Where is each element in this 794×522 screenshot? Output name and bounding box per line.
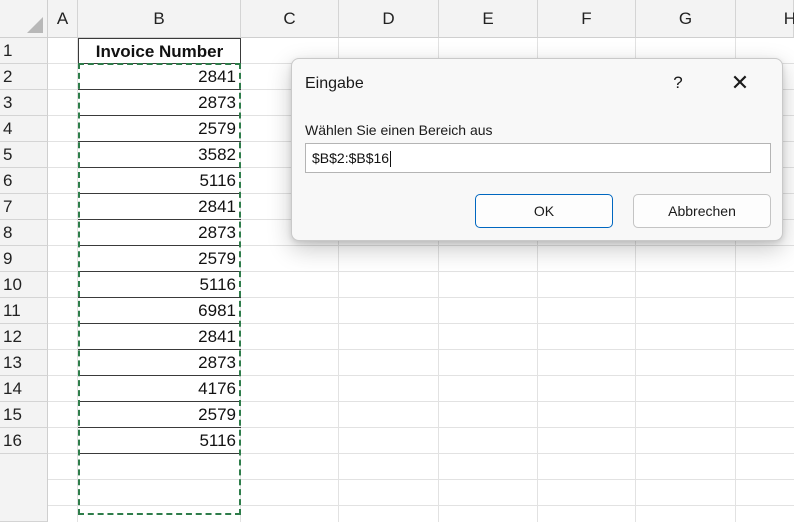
select-all-triangle-icon bbox=[27, 17, 43, 33]
column-header-f[interactable]: F bbox=[538, 0, 636, 38]
row-header-12[interactable]: 12 bbox=[0, 324, 48, 350]
cell-b14[interactable]: 4176 bbox=[78, 376, 241, 402]
spreadsheet: A B C D E F G H 1 2 3 4 5 6 7 8 9 10 11 … bbox=[0, 0, 794, 522]
row-header-14[interactable]: 14 bbox=[0, 376, 48, 402]
row-header-13[interactable]: 13 bbox=[0, 350, 48, 376]
range-input[interactable]: $B$2:$B$16 bbox=[305, 143, 771, 173]
row-header-4[interactable]: 4 bbox=[0, 116, 48, 142]
row-header-15[interactable]: 15 bbox=[0, 402, 48, 428]
close-icon[interactable]: ✕ bbox=[728, 70, 752, 96]
cell-b9[interactable]: 2579 bbox=[78, 246, 241, 272]
row-header-2[interactable]: 2 bbox=[0, 64, 48, 90]
cell-b15[interactable]: 2579 bbox=[78, 402, 241, 428]
cell-b11[interactable]: 6981 bbox=[78, 298, 241, 324]
help-icon[interactable]: ? bbox=[670, 73, 686, 93]
row-header-6[interactable]: 6 bbox=[0, 168, 48, 194]
text-caret bbox=[390, 151, 392, 168]
cell-b12[interactable]: 2841 bbox=[78, 324, 241, 350]
column-header-c[interactable]: C bbox=[241, 0, 339, 38]
row-header-16[interactable]: 16 bbox=[0, 428, 48, 454]
input-dialog: Eingabe ? ✕ Wählen Sie einen Bereich aus… bbox=[291, 58, 783, 241]
column-header-d[interactable]: D bbox=[339, 0, 439, 38]
cell-b4[interactable]: 2579 bbox=[78, 116, 241, 142]
column-header-e[interactable]: E bbox=[439, 0, 538, 38]
cancel-button[interactable]: Abbrechen bbox=[633, 194, 771, 228]
row-header-5[interactable]: 5 bbox=[0, 142, 48, 168]
select-all-corner[interactable] bbox=[0, 0, 48, 38]
range-prompt-label: Wählen Sie einen Bereich aus bbox=[305, 122, 493, 138]
column-header-a[interactable]: A bbox=[48, 0, 78, 38]
cell-b16[interactable]: 5116 bbox=[78, 428, 241, 454]
cell-b7[interactable]: 2841 bbox=[78, 194, 241, 220]
cell-b1-header[interactable]: Invoice Number bbox=[78, 38, 241, 64]
cell-b10[interactable]: 5116 bbox=[78, 272, 241, 298]
row-header-7[interactable]: 7 bbox=[0, 194, 48, 220]
row-header-empty bbox=[0, 454, 48, 522]
column-header-h[interactable]: H bbox=[736, 0, 794, 38]
cell-b3[interactable]: 2873 bbox=[78, 90, 241, 116]
dialog-title: Eingabe bbox=[305, 75, 364, 92]
ok-button[interactable]: OK bbox=[475, 194, 613, 228]
column-header-g[interactable]: G bbox=[636, 0, 736, 38]
cell-b13[interactable]: 2873 bbox=[78, 350, 241, 376]
row-header-3[interactable]: 3 bbox=[0, 90, 48, 116]
column-header-h-label: H bbox=[783, 8, 794, 28]
row-header-9[interactable]: 9 bbox=[0, 246, 48, 272]
row-header-8[interactable]: 8 bbox=[0, 220, 48, 246]
row-header-11[interactable]: 11 bbox=[0, 298, 48, 324]
column-header-b[interactable]: B bbox=[78, 0, 241, 38]
cell-b2[interactable]: 2841 bbox=[78, 64, 241, 90]
cell-b6[interactable]: 5116 bbox=[78, 168, 241, 194]
cell-b5[interactable]: 3582 bbox=[78, 142, 241, 168]
row-header-10[interactable]: 10 bbox=[0, 272, 48, 298]
range-input-value: $B$2:$B$16 bbox=[312, 150, 390, 166]
row-header-1[interactable]: 1 bbox=[0, 38, 48, 64]
cell-b8[interactable]: 2873 bbox=[78, 220, 241, 246]
